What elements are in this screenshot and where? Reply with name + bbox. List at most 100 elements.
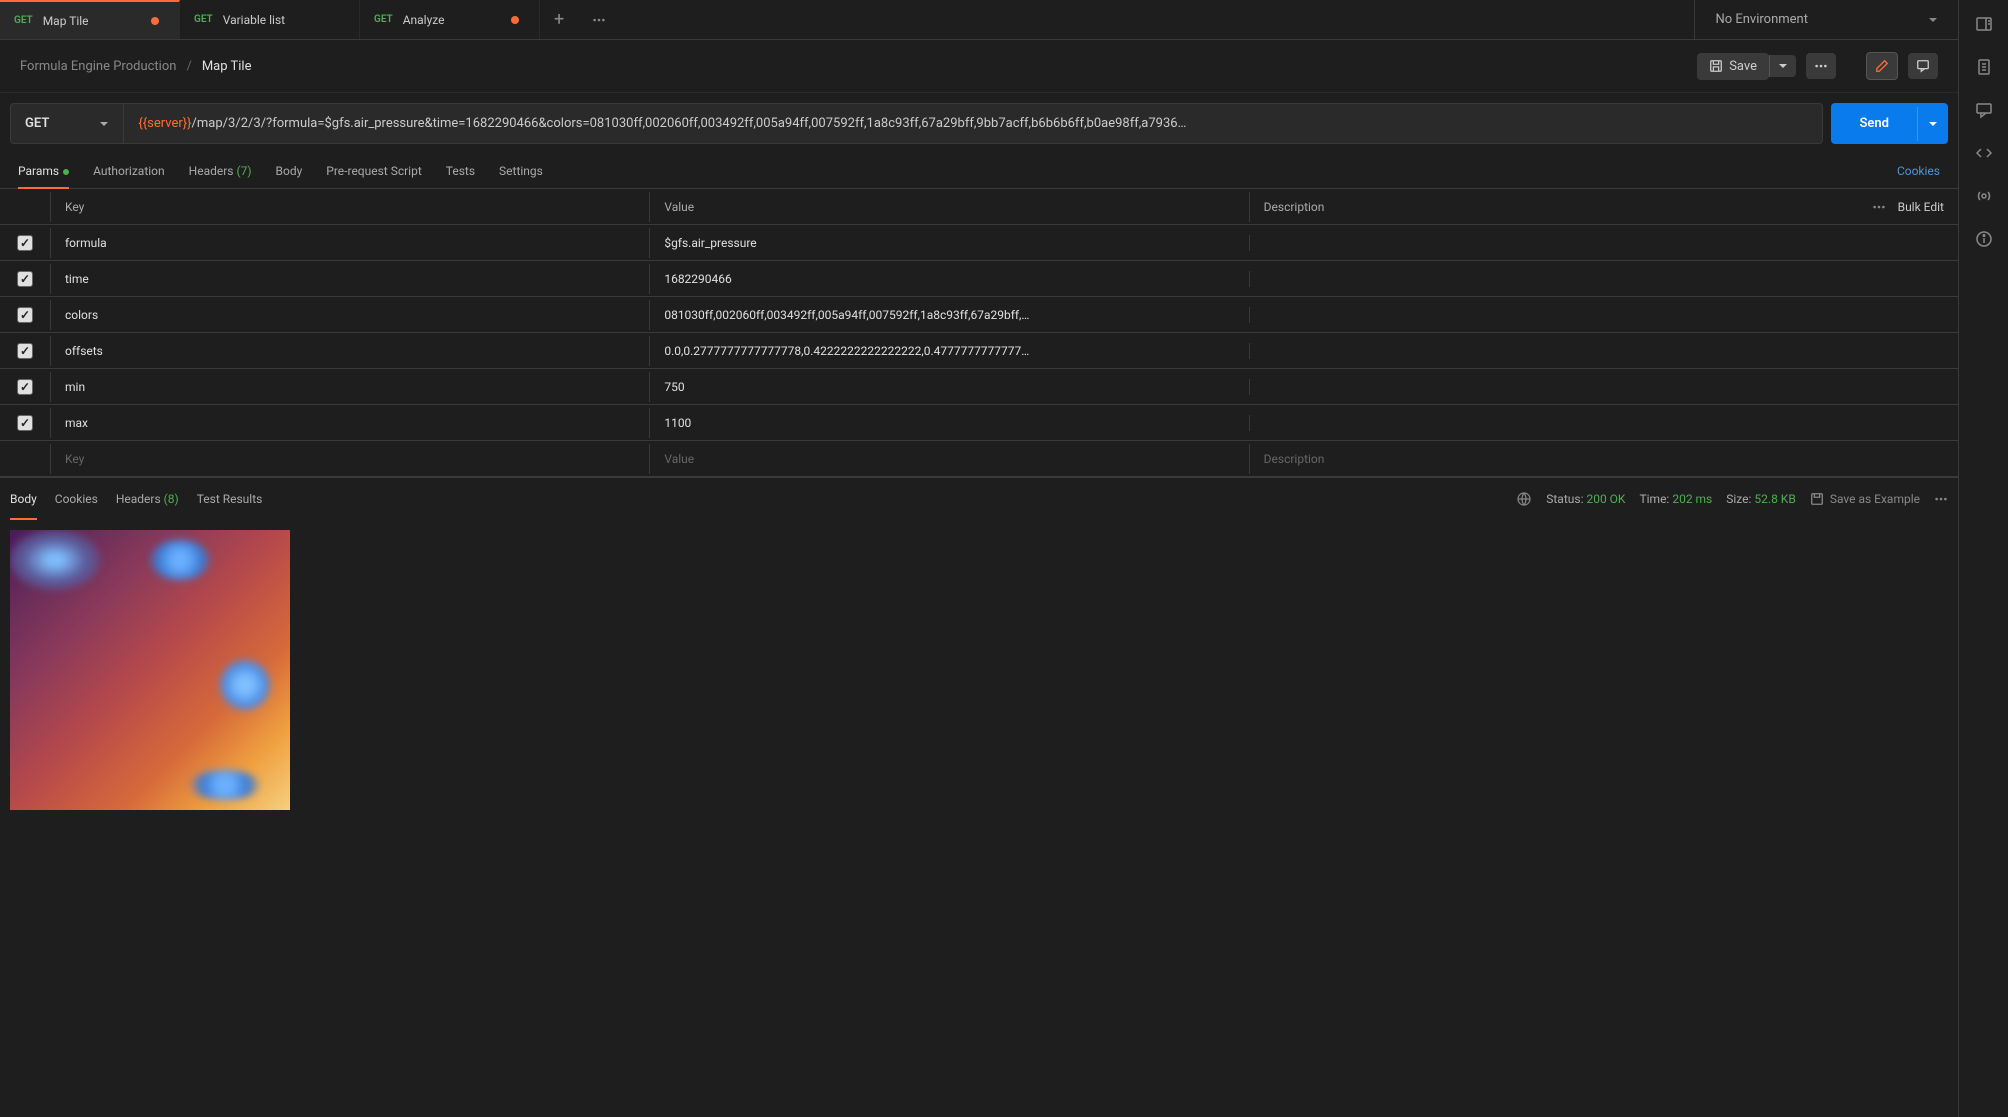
param-value[interactable]: $gfs.air_pressure: [649, 228, 1248, 258]
param-key[interactable]: max: [50, 408, 649, 438]
edit-button[interactable]: [1866, 52, 1898, 80]
param-key[interactable]: offsets: [50, 336, 649, 366]
status-display: Status: 200 OK: [1546, 492, 1625, 506]
send-dropdown-button[interactable]: [1917, 107, 1948, 141]
breadcrumb-bar: Formula Engine Production / Map Tile Sav…: [0, 40, 1958, 93]
param-key[interactable]: colors: [50, 300, 649, 330]
param-description[interactable]: [1249, 307, 1848, 323]
tab-label: Map Tile: [43, 14, 89, 28]
environment-selector[interactable]: No Environment: [1694, 0, 1958, 39]
param-value[interactable]: 0.0,0.2777777777777778,0.422222222222222…: [649, 336, 1248, 366]
response-body: [0, 520, 1958, 1117]
param-value[interactable]: 1100: [649, 408, 1248, 438]
save-button[interactable]: Save: [1697, 53, 1769, 80]
sidebar-toggle-icon[interactable]: [1975, 15, 1993, 33]
comment-button[interactable]: [1908, 53, 1938, 79]
add-tab-button[interactable]: +: [540, 9, 578, 30]
chevron-down-icon: [99, 119, 109, 129]
tab-label: Analyze: [403, 13, 445, 27]
unsaved-dot-icon: [151, 17, 159, 25]
size-display: Size: 52.8 KB: [1726, 492, 1796, 506]
breadcrumb-current: Map Tile: [202, 59, 252, 74]
right-rail: [1958, 0, 2008, 1117]
tab-headers[interactable]: Headers (7): [189, 154, 252, 188]
send-button[interactable]: Send: [1831, 104, 1917, 143]
info-icon[interactable]: [1975, 230, 1993, 248]
row-checkbox[interactable]: ✓: [17, 235, 33, 251]
param-key[interactable]: formula: [50, 228, 649, 258]
tab-tests[interactable]: Tests: [446, 154, 475, 188]
row-checkbox[interactable]: ✓: [17, 343, 33, 359]
tab-method: GET: [374, 14, 393, 25]
breadcrumb-separator: /: [186, 59, 191, 74]
tabs-bar: GET Map Tile GET Variable list GET Analy…: [0, 0, 1958, 40]
param-key[interactable]: min: [50, 372, 649, 402]
table-row: ✓ formula $gfs.air_pressure: [0, 225, 1958, 261]
param-value[interactable]: 081030ff,002060ff,003492ff,005a94ff,0075…: [649, 300, 1248, 330]
resp-tab-body[interactable]: Body: [10, 486, 37, 512]
table-header-row: Key Value Description Bulk Edit: [0, 189, 1958, 225]
tab-pre-request[interactable]: Pre-request Script: [326, 154, 421, 188]
param-description[interactable]: [1249, 271, 1848, 287]
tab-settings[interactable]: Settings: [499, 154, 543, 188]
description-input[interactable]: Description: [1249, 444, 1848, 474]
save-label: Save: [1729, 59, 1757, 74]
tab-method: GET: [194, 14, 213, 25]
key-input[interactable]: Key: [50, 444, 649, 474]
table-row: ✓ offsets 0.0,0.2777777777777778,0.42222…: [0, 333, 1958, 369]
row-checkbox[interactable]: ✓: [17, 415, 33, 431]
table-row: ✓ max 1100: [0, 405, 1958, 441]
resp-tab-headers[interactable]: Headers (8): [116, 486, 179, 512]
row-checkbox[interactable]: ✓: [17, 379, 33, 395]
param-key[interactable]: time: [50, 264, 649, 294]
send-label: Send: [1859, 116, 1889, 131]
response-more-button[interactable]: [1934, 492, 1948, 506]
row-checkbox[interactable]: ✓: [17, 307, 33, 323]
network-icon[interactable]: [1516, 491, 1532, 507]
tab-params[interactable]: Params: [18, 154, 69, 188]
method-selector[interactable]: GET: [10, 103, 124, 144]
comments-icon[interactable]: [1975, 101, 1993, 119]
tab-authorization[interactable]: Authorization: [93, 154, 165, 188]
indicator-dot-icon: [63, 169, 69, 175]
param-description[interactable]: [1249, 379, 1848, 395]
send-button-group: Send: [1831, 103, 1948, 144]
value-input[interactable]: Value: [649, 444, 1248, 474]
param-value[interactable]: 750: [649, 372, 1248, 402]
param-value[interactable]: 1682290466: [649, 264, 1248, 294]
tab-map-tile[interactable]: GET Map Tile: [0, 0, 180, 39]
save-dropdown-button[interactable]: [1769, 55, 1796, 77]
environment-label: No Environment: [1715, 12, 1808, 27]
tab-analyze[interactable]: GET Analyze: [360, 0, 540, 39]
save-icon: [1810, 492, 1824, 506]
row-checkbox[interactable]: ✓: [17, 271, 33, 287]
table-row-new[interactable]: Key Value Description: [0, 441, 1958, 477]
resp-tab-test-results[interactable]: Test Results: [197, 486, 263, 512]
tab-body[interactable]: Body: [276, 154, 303, 188]
chevron-down-icon: [1928, 15, 1938, 25]
method-label: GET: [25, 116, 49, 131]
chevron-down-icon: [1778, 61, 1788, 71]
dots-icon: [1814, 59, 1828, 73]
param-description[interactable]: [1249, 343, 1848, 359]
bulk-edit-link[interactable]: Bulk Edit: [1898, 200, 1944, 214]
cookies-link[interactable]: Cookies: [1897, 164, 1940, 178]
tabs-more-button[interactable]: [578, 13, 620, 27]
tab-method: GET: [14, 15, 33, 26]
save-as-example-button[interactable]: Save as Example: [1810, 492, 1920, 506]
code-icon[interactable]: [1975, 144, 1993, 162]
breadcrumb-parent[interactable]: Formula Engine Production: [20, 59, 176, 74]
live-icon[interactable]: [1975, 187, 1993, 205]
param-description[interactable]: [1249, 415, 1848, 431]
request-tabs: Params Authorization Headers (7) Body Pr…: [0, 154, 1958, 189]
url-input[interactable]: {{server}}/map/3/2/3/?formula=$gfs.air_p…: [124, 103, 1823, 144]
tab-variable-list[interactable]: GET Variable list: [180, 0, 360, 39]
documentation-icon[interactable]: [1975, 58, 1993, 76]
col-description: Description: [1249, 192, 1848, 222]
more-actions-button[interactable]: [1806, 53, 1836, 79]
table-more-button[interactable]: [1872, 200, 1886, 214]
unsaved-dot-icon: [511, 16, 519, 24]
param-description[interactable]: [1249, 235, 1848, 251]
url-variable: {{server}}: [138, 116, 191, 131]
resp-tab-cookies[interactable]: Cookies: [55, 486, 98, 512]
